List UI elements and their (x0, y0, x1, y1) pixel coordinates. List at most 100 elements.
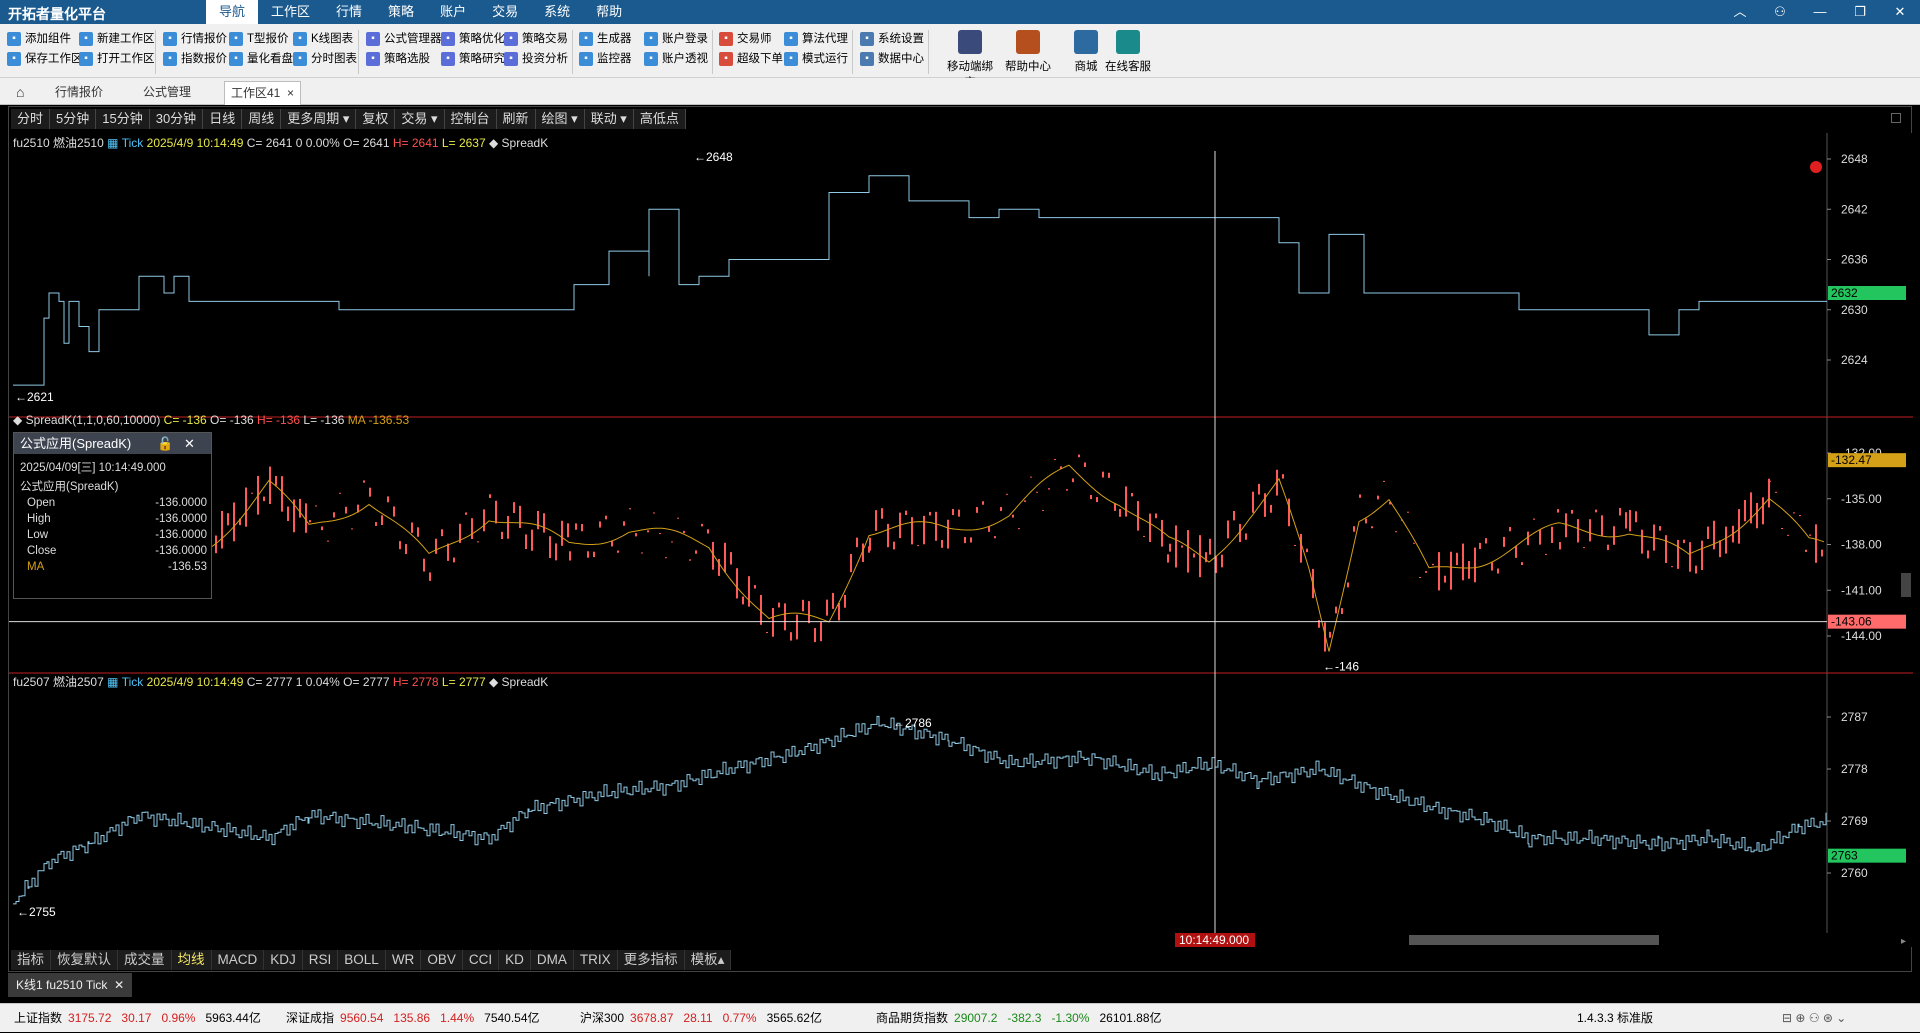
ribbon-big-button-1[interactable]: 帮助中心 (1004, 30, 1052, 78)
ribbon-button-1-5[interactable]: ▪ 策略选股 (365, 48, 430, 70)
indicator-button-1[interactable]: 恢复默认 (51, 950, 118, 970)
popup-row-value: -136.0000 (155, 529, 207, 541)
ribbon-button-0-10[interactable]: ▪ 交易师 (718, 28, 772, 50)
tab-formula-manager[interactable]: 公式管理 (143, 81, 191, 105)
minimize-button[interactable]: — (1800, 0, 1840, 24)
ribbon-button-0-5[interactable]: ▪ 公式管理器 (365, 28, 442, 50)
indicator-button-12[interactable]: DMA (531, 950, 574, 970)
ribbon-button-1-3[interactable]: ▪ 量化看盘 (228, 48, 293, 70)
ribbon-button-1-7[interactable]: ▪ 投资分析 (503, 48, 568, 70)
period-button-7[interactable]: 复权 (356, 109, 396, 129)
ribbon-button-0-8[interactable]: ▪ 生成器 (578, 28, 632, 50)
menu-item-0[interactable]: 导航 (206, 0, 259, 24)
indicator-button-15[interactable]: 模板▴ (685, 950, 732, 970)
period-button-4[interactable]: 日线 (203, 109, 243, 129)
indicator-button-2[interactable]: 成交量 (118, 950, 172, 970)
close-button[interactable]: ✕ (1880, 0, 1920, 24)
menu-item-3[interactable]: 策略 (375, 0, 427, 24)
ribbon-button-1-2[interactable]: ▪ 指数报价 (162, 48, 227, 70)
tab-quotes[interactable]: 行情报价 (55, 81, 103, 105)
period-button-11[interactable]: 绘图 ▾ (536, 109, 585, 129)
status-index-0[interactable]: 上证指数 3175.72 30.17 0.96% 5963.44亿 (14, 1004, 261, 1033)
ribbon-button-0-4[interactable]: ▪ K线图表 (292, 28, 353, 50)
ribbon-button-0-6[interactable]: ▪ 策略优化 (440, 28, 505, 50)
kline-tab[interactable]: K线1 fu2510 Tick ✕ (8, 973, 133, 997)
ribbon-button-0-0[interactable]: ▪ 添加组件 (6, 28, 71, 50)
ribbon-button-1-0[interactable]: ▪ 保存工作区 (6, 48, 83, 70)
indicator-button-5[interactable]: KDJ (264, 950, 303, 970)
indicator-button-7[interactable]: BOLL (338, 950, 386, 970)
period-button-0[interactable]: 分时 (11, 109, 51, 129)
main-menu: 导航 工作区 行情 策略 账户 交易 系统 帮助 (206, 0, 635, 24)
formula-popup[interactable]: 公式应用(SpreadK) 🔓 ✕ 2025/04/09[三] 10:14:49.0… (13, 432, 212, 599)
collapse-icon[interactable]: ︿ (1720, 0, 1760, 24)
tab-workspace41[interactable]: 工作区41 × (224, 81, 302, 105)
indicator-button-0[interactable]: 指标 (11, 950, 51, 970)
lock-icon[interactable]: 🔓 (157, 433, 173, 454)
ribbon-button-0-9[interactable]: ▪ 账户登录 (643, 28, 708, 50)
period-button-2[interactable]: 15分钟 (96, 109, 150, 129)
menu-item-7[interactable]: 帮助 (583, 0, 635, 24)
indicator-button-11[interactable]: KD (499, 950, 531, 970)
ribbon-button-1-6[interactable]: ▪ 策略研究 (440, 48, 505, 70)
ribbon-button-0-3[interactable]: ▪ T型报价 (228, 28, 289, 50)
menu-item-4[interactable]: 账户 (427, 0, 479, 24)
indicator-button-9[interactable]: OBV (421, 950, 463, 970)
ribbon-button-0-11[interactable]: ▪ 算法代理 (783, 28, 848, 50)
period-button-13[interactable]: 高低点 (634, 109, 686, 129)
ribbon-big-button-0[interactable]: 移动端绑定 (942, 30, 998, 89)
menu-item-5[interactable]: 交易 (479, 0, 531, 24)
spread-candle (1629, 509, 1631, 532)
menu-item-2[interactable]: 行情 (323, 0, 375, 24)
maximize-chart-icon[interactable] (1891, 113, 1901, 123)
ribbon-button-1-4[interactable]: ▪ 分时图表 (292, 48, 357, 70)
ribbon-button-1-11[interactable]: ▪ 模式运行 (783, 48, 848, 70)
indicator-button-10[interactable]: CCI (463, 950, 500, 970)
ribbon-button-1-10[interactable]: ▪ 超级下单 (718, 48, 783, 70)
home-icon[interactable]: ⌂ (16, 81, 24, 105)
period-button-9[interactable]: 控制台 (445, 109, 497, 129)
menu-item-6[interactable]: 系统 (531, 0, 583, 24)
indicator-button-13[interactable]: TRIX (574, 950, 618, 970)
chart-scrollbar-thumb[interactable] (1409, 935, 1659, 945)
chart-panes[interactable]: fu2510 燃油2510 ▦ Tick 2025/4/9 10:14:49 C… (9, 133, 1913, 947)
period-button-5[interactable]: 周线 (242, 109, 282, 129)
alert-icon[interactable] (1810, 161, 1822, 173)
period-button-10[interactable]: 刷新 (497, 109, 536, 129)
close-tab-icon[interactable]: × (287, 86, 294, 100)
close-popup-icon[interactable]: ✕ (184, 433, 195, 454)
indicator-button-4[interactable]: MACD (212, 950, 265, 970)
user-settings-icon[interactable]: ⚇ (1760, 0, 1800, 24)
period-button-8[interactable]: 交易 ▾ (395, 109, 445, 129)
indicator-button-8[interactable]: WR (386, 950, 422, 970)
ribbon-button-1-1[interactable]: ▪ 打开工作区 (78, 48, 155, 70)
ribbon-button-0-2[interactable]: ▪ 行情报价 (162, 28, 227, 50)
popup-header[interactable]: 公式应用(SpreadK) 🔓 ✕ (14, 433, 211, 454)
ribbon-button-1-8[interactable]: ▪ 监控器 (578, 48, 632, 70)
ribbon-button-0-7[interactable]: ▪ 策略交易 (503, 28, 568, 50)
indicator-button-6[interactable]: RSI (303, 950, 339, 970)
ribbon-button-1-9[interactable]: ▪ 账户透视 (643, 48, 708, 70)
status-index-1[interactable]: 深证成指 9560.54 135.86 1.44% 7540.54亿 (286, 1004, 540, 1033)
scroll-right-icon[interactable]: ▸ (1901, 936, 1906, 947)
indicator-button-14[interactable]: 更多指标 (618, 950, 685, 970)
ribbon-button-1-12[interactable]: ▪ 数据中心 (859, 48, 924, 70)
close-kline-tab-icon[interactable]: ✕ (114, 978, 124, 992)
chart-canvas[interactable]: fu2510 燃油2510 ▦ Tick 2025/4/9 10:14:49 C… (9, 133, 1913, 947)
side-expand-handle[interactable] (1901, 573, 1911, 597)
ribbon-button-0-1[interactable]: ▪ 新建工作区 (78, 28, 155, 50)
ribbon-big-button-2[interactable]: 商城 (1062, 30, 1110, 78)
ribbon-label: 保存工作区 (25, 53, 83, 65)
ribbon-button-0-12[interactable]: ▪ 系统设置 (859, 28, 924, 50)
status-index-2[interactable]: 沪深300 3678.87 28.11 0.77% 3565.62亿 (580, 1004, 822, 1033)
ribbon-big-button-3[interactable]: 在线客服 (1104, 30, 1152, 78)
indicator-button-3[interactable]: 均线 (172, 950, 212, 970)
period-button-12[interactable]: 联动 ▾ (585, 109, 634, 129)
period-button-1[interactable]: 5分钟 (50, 109, 97, 129)
status-index-3[interactable]: 商品期货指数 29007.2 -382.3 -1.30% 26101.88亿 (876, 1004, 1162, 1033)
period-button-6[interactable]: 更多周期 ▾ (281, 109, 357, 129)
status-icons[interactable]: ⊟ ⊕ ⚇ ⊛ ⌄ (1782, 1004, 1846, 1033)
period-button-3[interactable]: 30分钟 (150, 109, 204, 129)
restore-button[interactable]: ❐ (1840, 0, 1880, 24)
menu-item-1[interactable]: 工作区 (258, 0, 323, 24)
